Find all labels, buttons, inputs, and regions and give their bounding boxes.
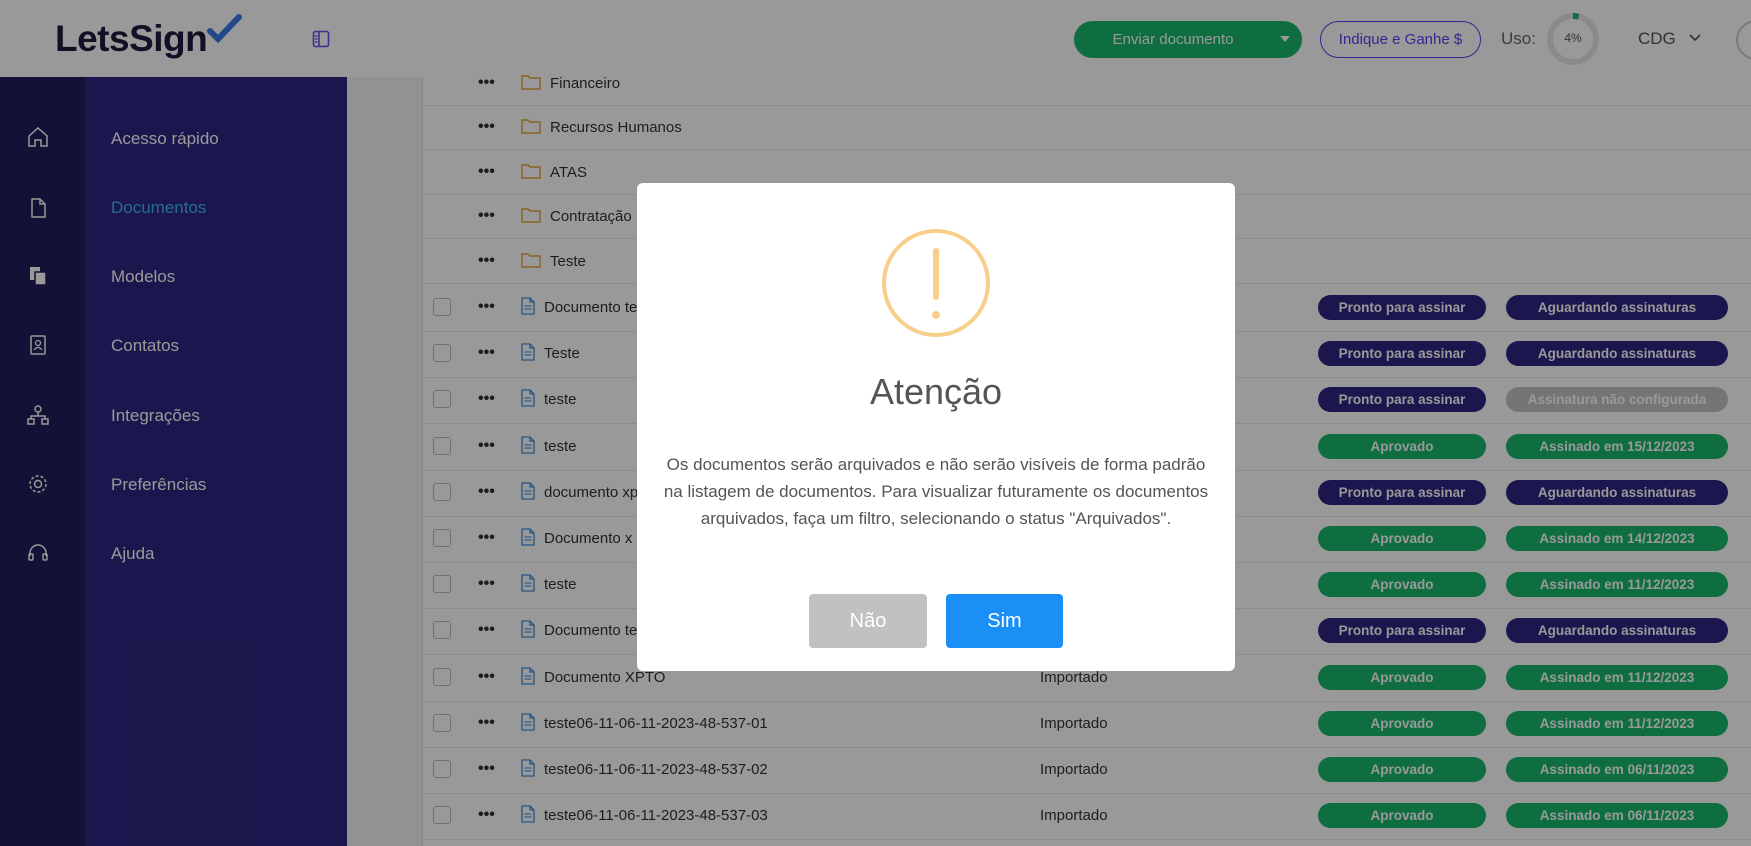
warning-icon [882, 229, 990, 337]
archive-confirm-dialog: Atenção Os documentos serão arquivados e… [637, 183, 1235, 671]
no-button[interactable]: Não [809, 594, 927, 648]
yes-button[interactable]: Sim [946, 594, 1063, 648]
dialog-title: Atenção [869, 371, 1003, 412]
dialog-message: Os documentos serão arquivados e não ser… [663, 455, 1209, 528]
